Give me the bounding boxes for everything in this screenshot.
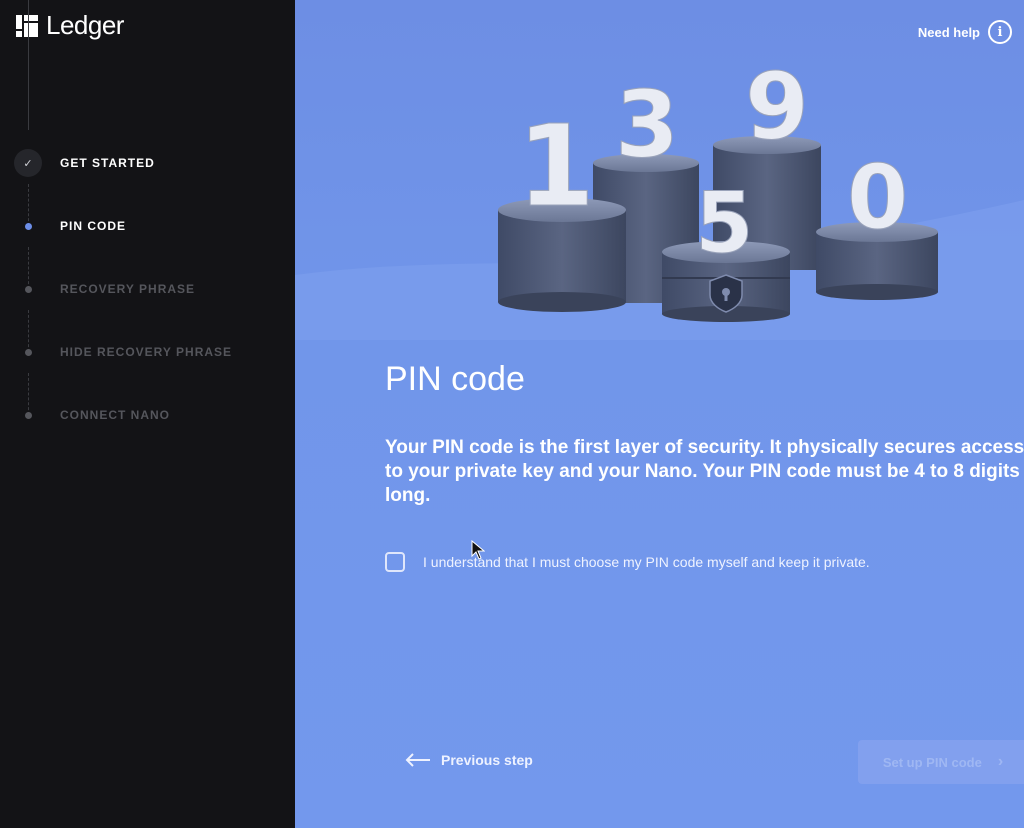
svg-text:3: 3 (615, 71, 679, 178)
chevron-right-icon: › (997, 753, 1004, 770)
step-connect-nano: CONNECT NANO (0, 395, 295, 435)
agreement-checkbox[interactable] (385, 552, 405, 572)
page-title: PIN code (385, 360, 525, 398)
pin-illustration: 1 3 9 5 0 (295, 53, 1024, 340)
step-label: GET STARTED (60, 156, 155, 170)
active-step-dot-icon (24, 222, 32, 230)
pin-description: Your PIN code is the first layer of secu… (385, 437, 1024, 506)
step-label: RECOVERY PHRASE (60, 282, 196, 296)
step-pin-code: PIN CODE (0, 206, 295, 246)
ledger-logo-icon (16, 14, 38, 37)
svg-text:9: 9 (745, 53, 809, 160)
step-get-started: ✓ GET STARTED (0, 143, 295, 183)
step-dot-icon (24, 411, 32, 419)
sidebar: Ledger ✓ GET STARTED PIN CODE RECOVERY P… (0, 0, 295, 828)
svg-text:5: 5 (695, 174, 753, 272)
arrow-left-icon (405, 753, 430, 767)
main-panel: Need help i 1 3 9 5 0 PIN code Your PIN … (295, 0, 1024, 828)
step-label: HIDE RECOVERY PHRASE (60, 345, 233, 359)
set-up-pin-code-label: Set up PIN code (882, 754, 982, 770)
mouse-cursor-icon (471, 540, 485, 560)
check-icon: ✓ (14, 149, 42, 177)
step-label: CONNECT NANO (60, 408, 170, 422)
step-dot-icon (24, 348, 32, 356)
step-recovery-phrase: RECOVERY PHRASE (0, 269, 295, 309)
previous-step-button[interactable]: Previous step (405, 752, 533, 768)
previous-step-label: Previous step (441, 752, 533, 768)
svg-text:1: 1 (517, 102, 595, 232)
set-up-pin-code-button[interactable]: Set up PIN code › (858, 740, 1024, 784)
svg-text:0: 0 (847, 146, 908, 249)
brand-logo: Ledger (16, 10, 124, 41)
step-label: PIN CODE (60, 219, 127, 233)
step-dot-icon (24, 285, 32, 293)
pin-privacy-agreement[interactable]: I understand that I must choose my PIN c… (385, 552, 870, 572)
step-hide-recovery-phrase: HIDE RECOVERY PHRASE (0, 332, 295, 372)
brand-name: Ledger (46, 10, 124, 40)
agreement-label: I understand that I must choose my PIN c… (423, 554, 870, 570)
